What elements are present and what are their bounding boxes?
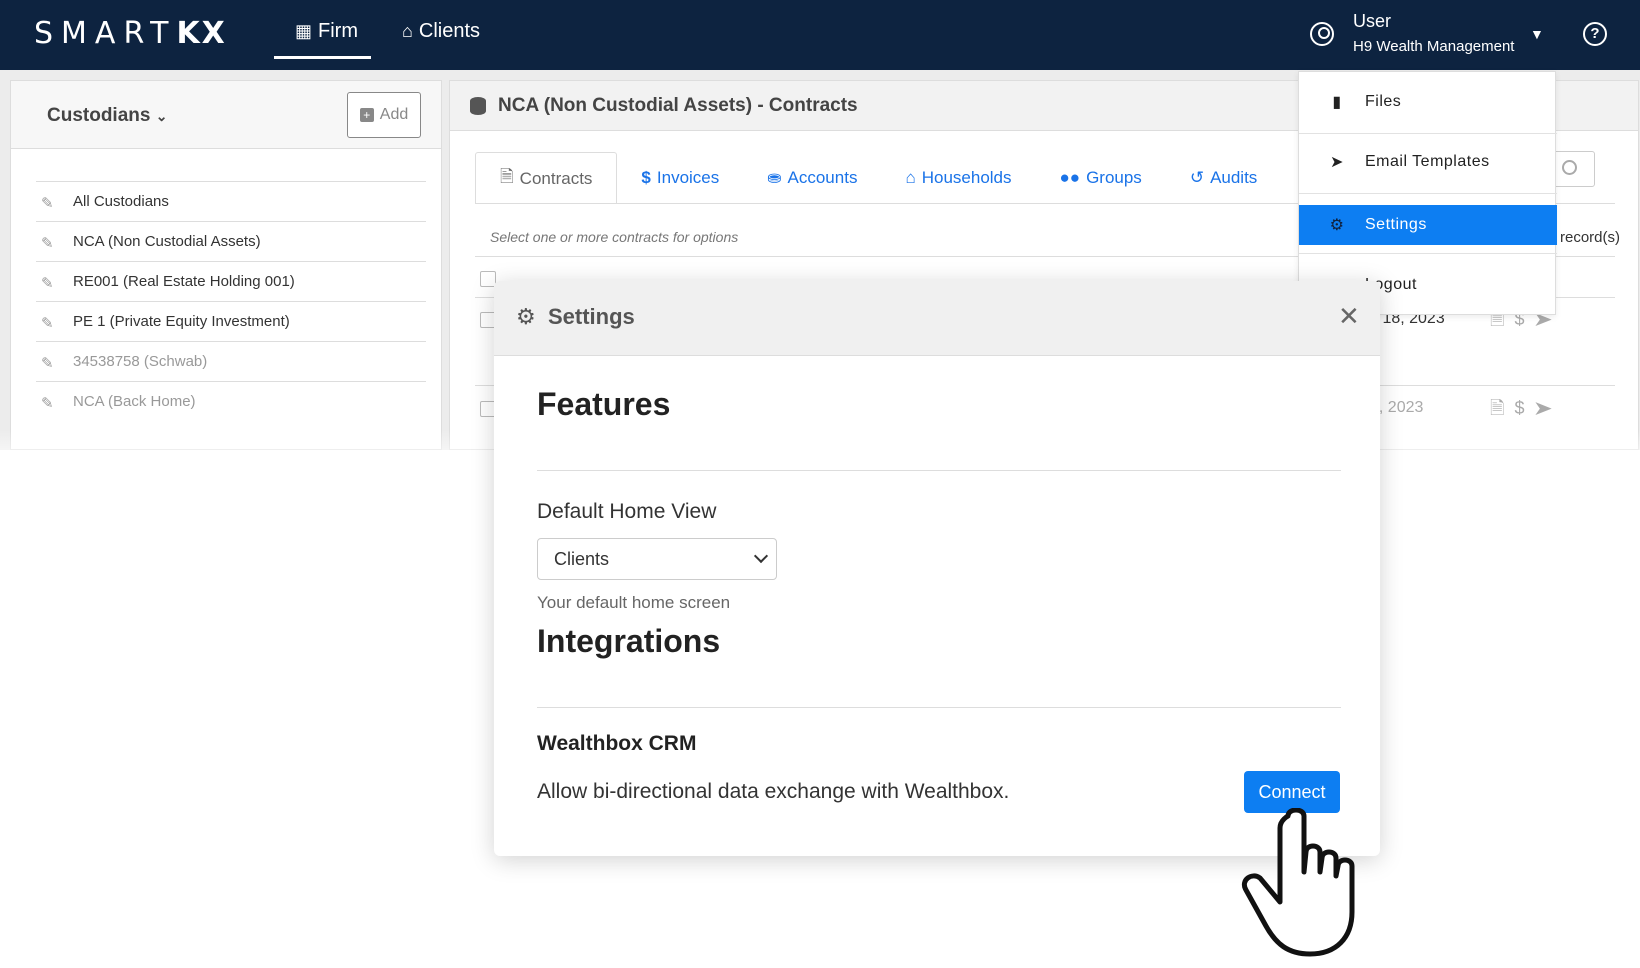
users-icon: ●● xyxy=(1059,168,1081,187)
connect-button[interactable]: Connect xyxy=(1244,771,1340,813)
tab-label: Audits xyxy=(1210,168,1258,187)
tab-audits[interactable]: ↺ Audits xyxy=(1166,152,1282,204)
paper-plane-icon: ➤ xyxy=(1330,154,1344,171)
close-icon[interactable]: ✕ xyxy=(1338,301,1360,332)
tab-groups[interactable]: ●● Groups xyxy=(1036,152,1166,204)
custodian-item[interactable]: ✎ All Custodians xyxy=(36,181,426,221)
modal-title: Settings xyxy=(548,304,635,329)
tab-accounts[interactable]: ⛂ Accounts xyxy=(743,152,881,204)
nav-clients-label: Clients xyxy=(418,20,481,42)
custodians-dropdown[interactable]: Custodians ⌄ xyxy=(47,105,167,127)
tab-contracts[interactable]: 🗎 Contracts xyxy=(475,152,618,204)
settings-modal: ⚙ Settings ✕ Features Default Home View … xyxy=(494,281,1380,856)
default-home-label: Default Home View xyxy=(537,500,717,523)
edit-icon[interactable]: ✎ xyxy=(41,234,61,252)
edit-icon[interactable]: ✎ xyxy=(41,194,61,212)
edit-icon[interactable]: ✎ xyxy=(41,314,61,332)
menu-item-label: Files xyxy=(1365,93,1402,110)
custodians-header: Custodians ⌄ + Add xyxy=(11,81,441,149)
chevron-down-icon: ⌄ xyxy=(155,108,168,124)
custodian-label: All Custodians xyxy=(73,193,169,210)
smartkx-logo[interactable]: SMART KX xyxy=(34,16,227,51)
tab-label: Invoices xyxy=(656,168,720,187)
history-icon: ↺ xyxy=(1189,168,1205,187)
user-firm[interactable]: H9 Wealth Management xyxy=(1353,38,1514,55)
features-heading: Features xyxy=(537,386,671,422)
custodian-item[interactable]: ✎ NCA (Non Custodial Assets) xyxy=(36,221,426,261)
add-custodian-button[interactable]: + Add xyxy=(347,92,421,138)
custodian-label: 34538758 (Schwab) xyxy=(73,353,208,370)
plus-square-icon: + xyxy=(359,108,374,122)
database-icon: ⛂ xyxy=(767,168,782,187)
chevron-down-icon[interactable]: ▼ xyxy=(1530,26,1544,42)
custodian-label: NCA (Non Custodial Assets) xyxy=(73,233,261,250)
file-icon: ▮ xyxy=(1332,94,1342,111)
contracts-tabs: 🗎 Contracts $ Invoices ⛂ Accounts ⌂ Househol… xyxy=(475,152,1281,204)
custodian-item[interactable]: ✎ 34538758 (Schwab) xyxy=(36,341,426,381)
default-home-help: Your default home screen xyxy=(537,593,731,612)
search-icon xyxy=(1562,160,1577,175)
custodian-item[interactable]: ✎ RE001 (Real Estate Holding 001) xyxy=(36,261,426,301)
house-icon: ⌂ xyxy=(402,21,413,41)
custodian-label: RE001 (Real Estate Holding 001) xyxy=(73,273,295,290)
row-actions[interactable]: 🗎$➤ xyxy=(1490,396,1563,426)
menu-item-settings[interactable]: ⚙ Settings xyxy=(1299,205,1557,245)
add-button-label: Add xyxy=(379,106,409,123)
menu-divider xyxy=(1299,193,1557,194)
building-icon: ▦ xyxy=(295,21,313,41)
menu-divider xyxy=(1299,133,1557,134)
user-name[interactable]: User xyxy=(1353,11,1391,32)
custodian-list: ✎ All Custodians ✎ NCA (Non Custodial Asse… xyxy=(36,181,426,421)
custodian-item[interactable]: ✎ PE 1 (Private Equity Investment) xyxy=(36,301,426,341)
hand-pointer-icon xyxy=(1242,808,1355,957)
help-icon[interactable]: ? xyxy=(1583,22,1607,46)
edit-icon[interactable]: ✎ xyxy=(41,394,61,412)
default-home-value: Clients xyxy=(554,548,610,569)
logo-text-thin: SMART xyxy=(34,16,177,51)
user-circle-icon[interactable] xyxy=(1310,22,1334,46)
wealthbox-crm-title: Wealthbox CRM xyxy=(537,732,697,755)
active-nav-underline xyxy=(274,56,371,59)
tab-label: Contracts xyxy=(519,168,593,188)
tab-label: Households xyxy=(921,168,1012,187)
dollar-icon: $ xyxy=(641,168,651,187)
custodians-title: Custodians xyxy=(47,105,151,126)
chevron-down-icon xyxy=(753,548,769,564)
default-home-select[interactable]: Clients xyxy=(537,538,777,580)
modal-header: ⚙ Settings ✕ xyxy=(494,281,1380,356)
page-title: NCA (Non Custodial Assets) - Contracts xyxy=(498,95,858,116)
menu-item-email-templates[interactable]: ➤ Email Templates xyxy=(1299,142,1557,182)
menu-item-label: Email Templates xyxy=(1365,153,1490,170)
menu-divider xyxy=(1299,253,1557,254)
nav-clients[interactable]: ⌂ Clients xyxy=(402,20,480,43)
nav-firm-label: Firm xyxy=(318,20,358,42)
records-count: record(s) xyxy=(1560,229,1621,246)
tab-label: Accounts xyxy=(787,168,858,187)
custodians-panel: Custodians ⌄ + Add ✎ All Custodians ✎ NCA … xyxy=(10,80,442,450)
menu-item-label: Settings xyxy=(1365,216,1427,233)
document-icon: 🗎 xyxy=(500,167,514,186)
tab-label: Groups xyxy=(1086,168,1142,187)
tab-invoices[interactable]: $ Invoices xyxy=(617,152,743,204)
edit-icon[interactable]: ✎ xyxy=(41,354,61,372)
custodian-label: PE 1 (Private Equity Investment) xyxy=(73,313,290,330)
database-icon xyxy=(470,97,486,115)
selection-hint: Select one or more contracts for options xyxy=(490,229,739,245)
gear-icon: ⚙ xyxy=(516,304,536,329)
edit-icon[interactable]: ✎ xyxy=(41,274,61,292)
wealthbox-crm-description: Allow bi-directional data exchange with … xyxy=(537,780,1010,803)
nav-firm[interactable]: ▦ Firm xyxy=(295,20,358,43)
tab-households[interactable]: ⌂ Households xyxy=(881,152,1035,204)
menu-item-files[interactable]: ▮ Files xyxy=(1299,82,1557,122)
custodian-item[interactable]: ✎ NCA (Back Home) xyxy=(36,381,426,421)
custodian-label: NCA (Back Home) xyxy=(73,393,196,410)
house-icon: ⌂ xyxy=(905,168,916,187)
integrations-heading: Integrations xyxy=(537,623,721,659)
logo-text-bold: KX xyxy=(176,16,227,51)
section-divider xyxy=(537,470,1341,471)
gear-icon: ⚙ xyxy=(1329,217,1345,234)
top-navbar: SMART KX ▦ Firm ⌂ Clients User H9 Wealth … xyxy=(0,0,1640,70)
user-menu: ▮ Files ➤ Email Templates ⚙ Settings ↩ L… xyxy=(1298,71,1557,315)
section-divider xyxy=(537,707,1341,708)
